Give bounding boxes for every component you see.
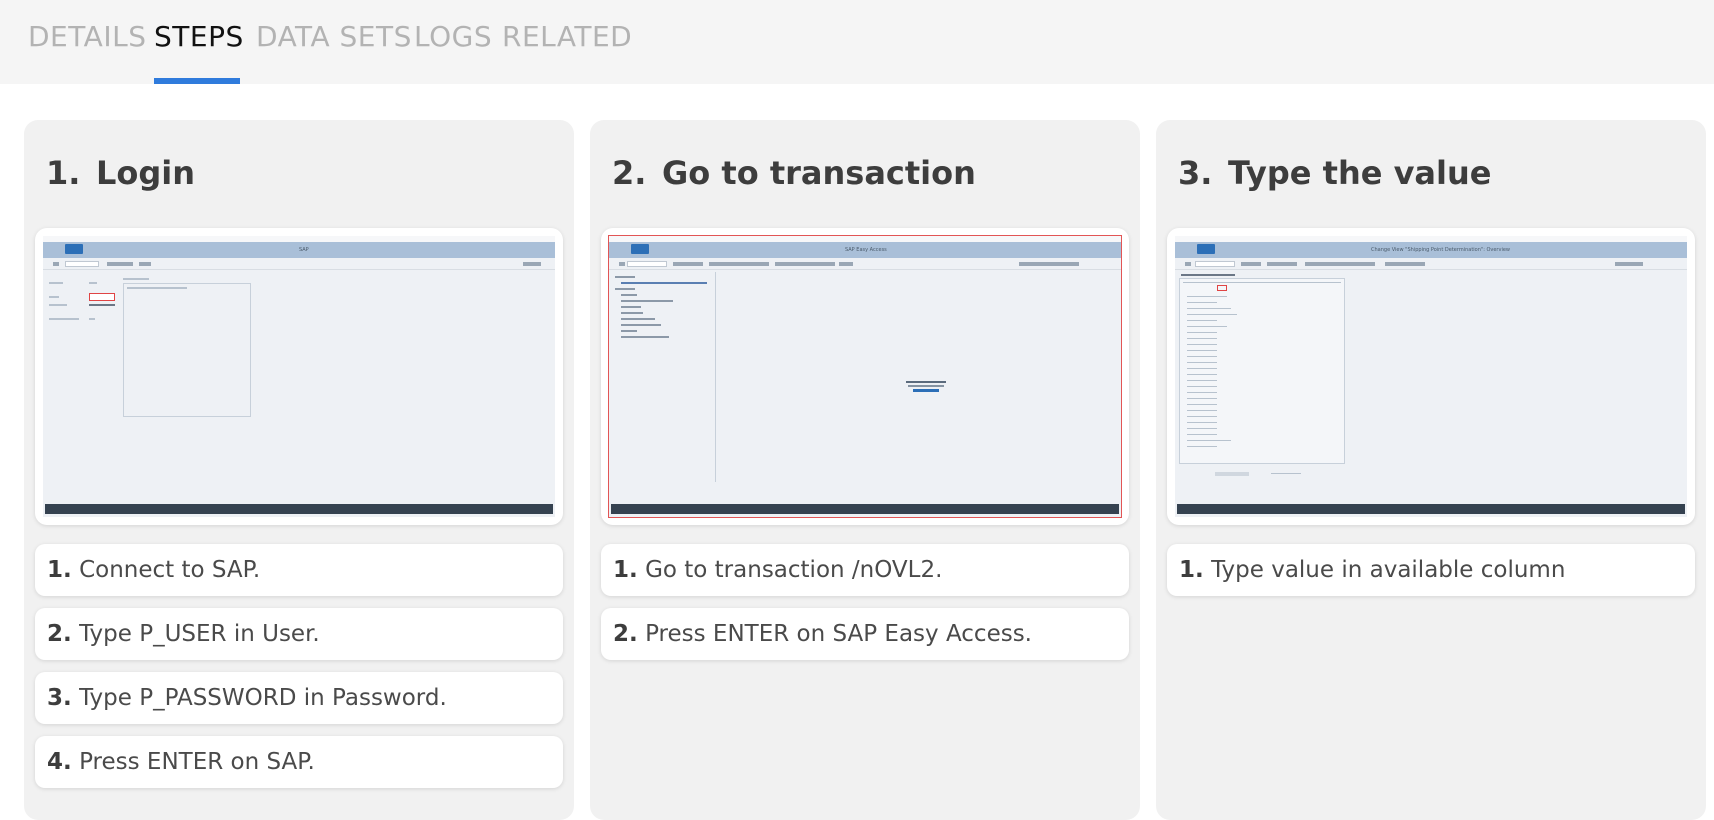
step-card-title-text: Login	[96, 154, 196, 192]
sap-logo-icon	[1197, 244, 1215, 254]
sap-ides-logo	[903, 379, 949, 395]
step-item[interactable]: 1. Type value in available column	[1167, 544, 1695, 596]
tab-data-sets[interactable]: DATA SETS	[256, 20, 412, 53]
step-item[interactable]: 1. Go to transaction /nOVL2.	[601, 544, 1129, 596]
step-screenshot[interactable]: Change View "Shipping Point Determinatio…	[1167, 228, 1695, 525]
sap-window-title: SAP	[299, 247, 309, 253]
step-text: Go to transaction /nOVL2.	[645, 557, 943, 583]
step-item[interactable]: 2. Type P_USER in User.	[35, 608, 563, 660]
step-number: 2.	[613, 621, 638, 647]
step-text: Press ENTER on SAP Easy Access.	[645, 621, 1032, 647]
step-card-title-text: Go to transaction	[662, 154, 976, 192]
step-number: 2.	[47, 621, 72, 647]
step-number: 4.	[47, 749, 72, 775]
step-card-go-to-transaction: 2. Go to transaction SAP Easy Access 1. …	[590, 120, 1140, 820]
step-text: Connect to SAP.	[79, 557, 261, 583]
tab-details[interactable]: DETAILS	[28, 20, 146, 53]
tab-logs[interactable]: LOGS	[414, 20, 492, 53]
step-card-number: 2.	[612, 154, 647, 192]
sap-window-title: Change View "Shipping Point Determinatio…	[1371, 247, 1511, 253]
step-card-title: 3. Type the value	[1178, 154, 1491, 192]
step-text: Type value in available column	[1211, 557, 1566, 583]
sap-logo-icon	[65, 244, 83, 254]
step-number: 1.	[1179, 557, 1204, 583]
step-item[interactable]: 4. Press ENTER on SAP.	[35, 736, 563, 788]
step-number: 3.	[47, 685, 72, 711]
step-card-type-the-value: 3. Type the value Change View "Shipping P…	[1156, 120, 1706, 820]
step-text: Press ENTER on SAP.	[79, 749, 315, 775]
step-screenshot[interactable]: SAP Easy Access	[601, 228, 1129, 525]
tab-bar: DETAILS STEPS DATA SETS LOGS RELATED	[0, 0, 1714, 84]
step-item[interactable]: 1. Connect to SAP.	[35, 544, 563, 596]
active-tab-indicator	[154, 78, 240, 84]
step-screenshot[interactable]: SAP	[35, 228, 563, 525]
step-card-title: 1. Login	[46, 154, 195, 192]
step-item[interactable]: 3. Type P_PASSWORD in Password.	[35, 672, 563, 724]
sap-easy-access-screenshot: SAP Easy Access	[608, 235, 1122, 518]
tab-related[interactable]: RELATED	[502, 20, 632, 53]
step-number: 1.	[613, 557, 638, 583]
step-item[interactable]: 2. Press ENTER on SAP Easy Access.	[601, 608, 1129, 660]
step-text: Type P_PASSWORD in Password.	[79, 685, 447, 711]
step-card-number: 1.	[46, 154, 81, 192]
step-card-title-text: Type the value	[1228, 154, 1492, 192]
step-card-login: 1. Login SAP 1. Connect to SAP. 2. Type …	[24, 120, 574, 820]
step-card-number: 3.	[1178, 154, 1213, 192]
step-text: Type P_USER in User.	[79, 621, 320, 647]
sap-overview-screenshot: Change View "Shipping Point Determinatio…	[1175, 236, 1687, 517]
sap-window-title: SAP Easy Access	[845, 247, 887, 253]
step-card-title: 2. Go to transaction	[612, 154, 976, 192]
tab-steps[interactable]: STEPS	[154, 20, 244, 53]
step-number: 1.	[47, 557, 72, 583]
sap-login-screenshot: SAP	[43, 236, 555, 517]
sap-logo-icon	[631, 244, 649, 254]
